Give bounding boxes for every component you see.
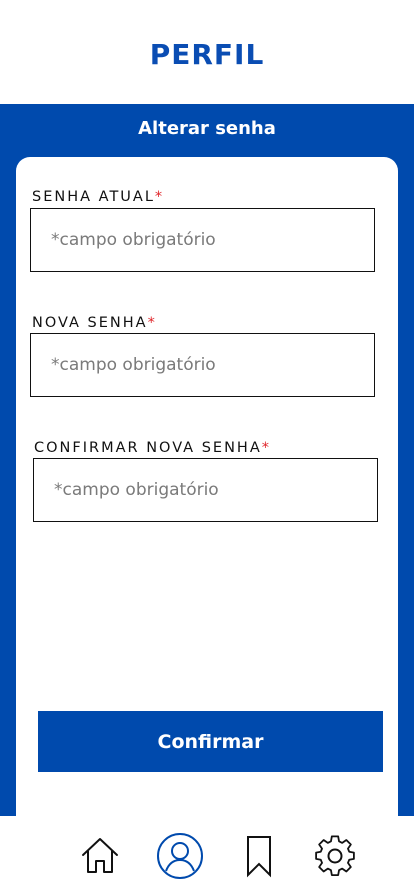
nav-profile[interactable] <box>155 831 205 881</box>
header: PERFIL <box>0 0 414 104</box>
confirm-password-input[interactable] <box>33 458 378 522</box>
bookmark-icon <box>247 836 271 878</box>
settings-icon <box>315 835 355 877</box>
required-marker: * <box>147 315 157 331</box>
confirm-password-label: CONFIRMAR NOVA SENHA* <box>34 440 271 456</box>
nav-home[interactable] <box>75 831 125 881</box>
current-password-input[interactable] <box>30 208 375 272</box>
page-title: PERFIL <box>149 38 265 71</box>
required-marker: * <box>154 189 165 205</box>
section-title: Alterar senha <box>138 118 276 139</box>
profile-icon <box>157 833 203 879</box>
required-marker: * <box>261 440 271 456</box>
confirm-button[interactable]: Confirmar <box>38 711 383 772</box>
new-password-input[interactable] <box>30 333 375 397</box>
nav-settings[interactable] <box>310 831 360 881</box>
new-password-label: NOVA SENHA* <box>32 315 157 331</box>
nav-bookmark[interactable] <box>234 831 284 881</box>
home-icon <box>82 838 118 873</box>
bottom-nav <box>0 816 414 896</box>
current-password-label: SENHA ATUAL* <box>32 189 165 205</box>
